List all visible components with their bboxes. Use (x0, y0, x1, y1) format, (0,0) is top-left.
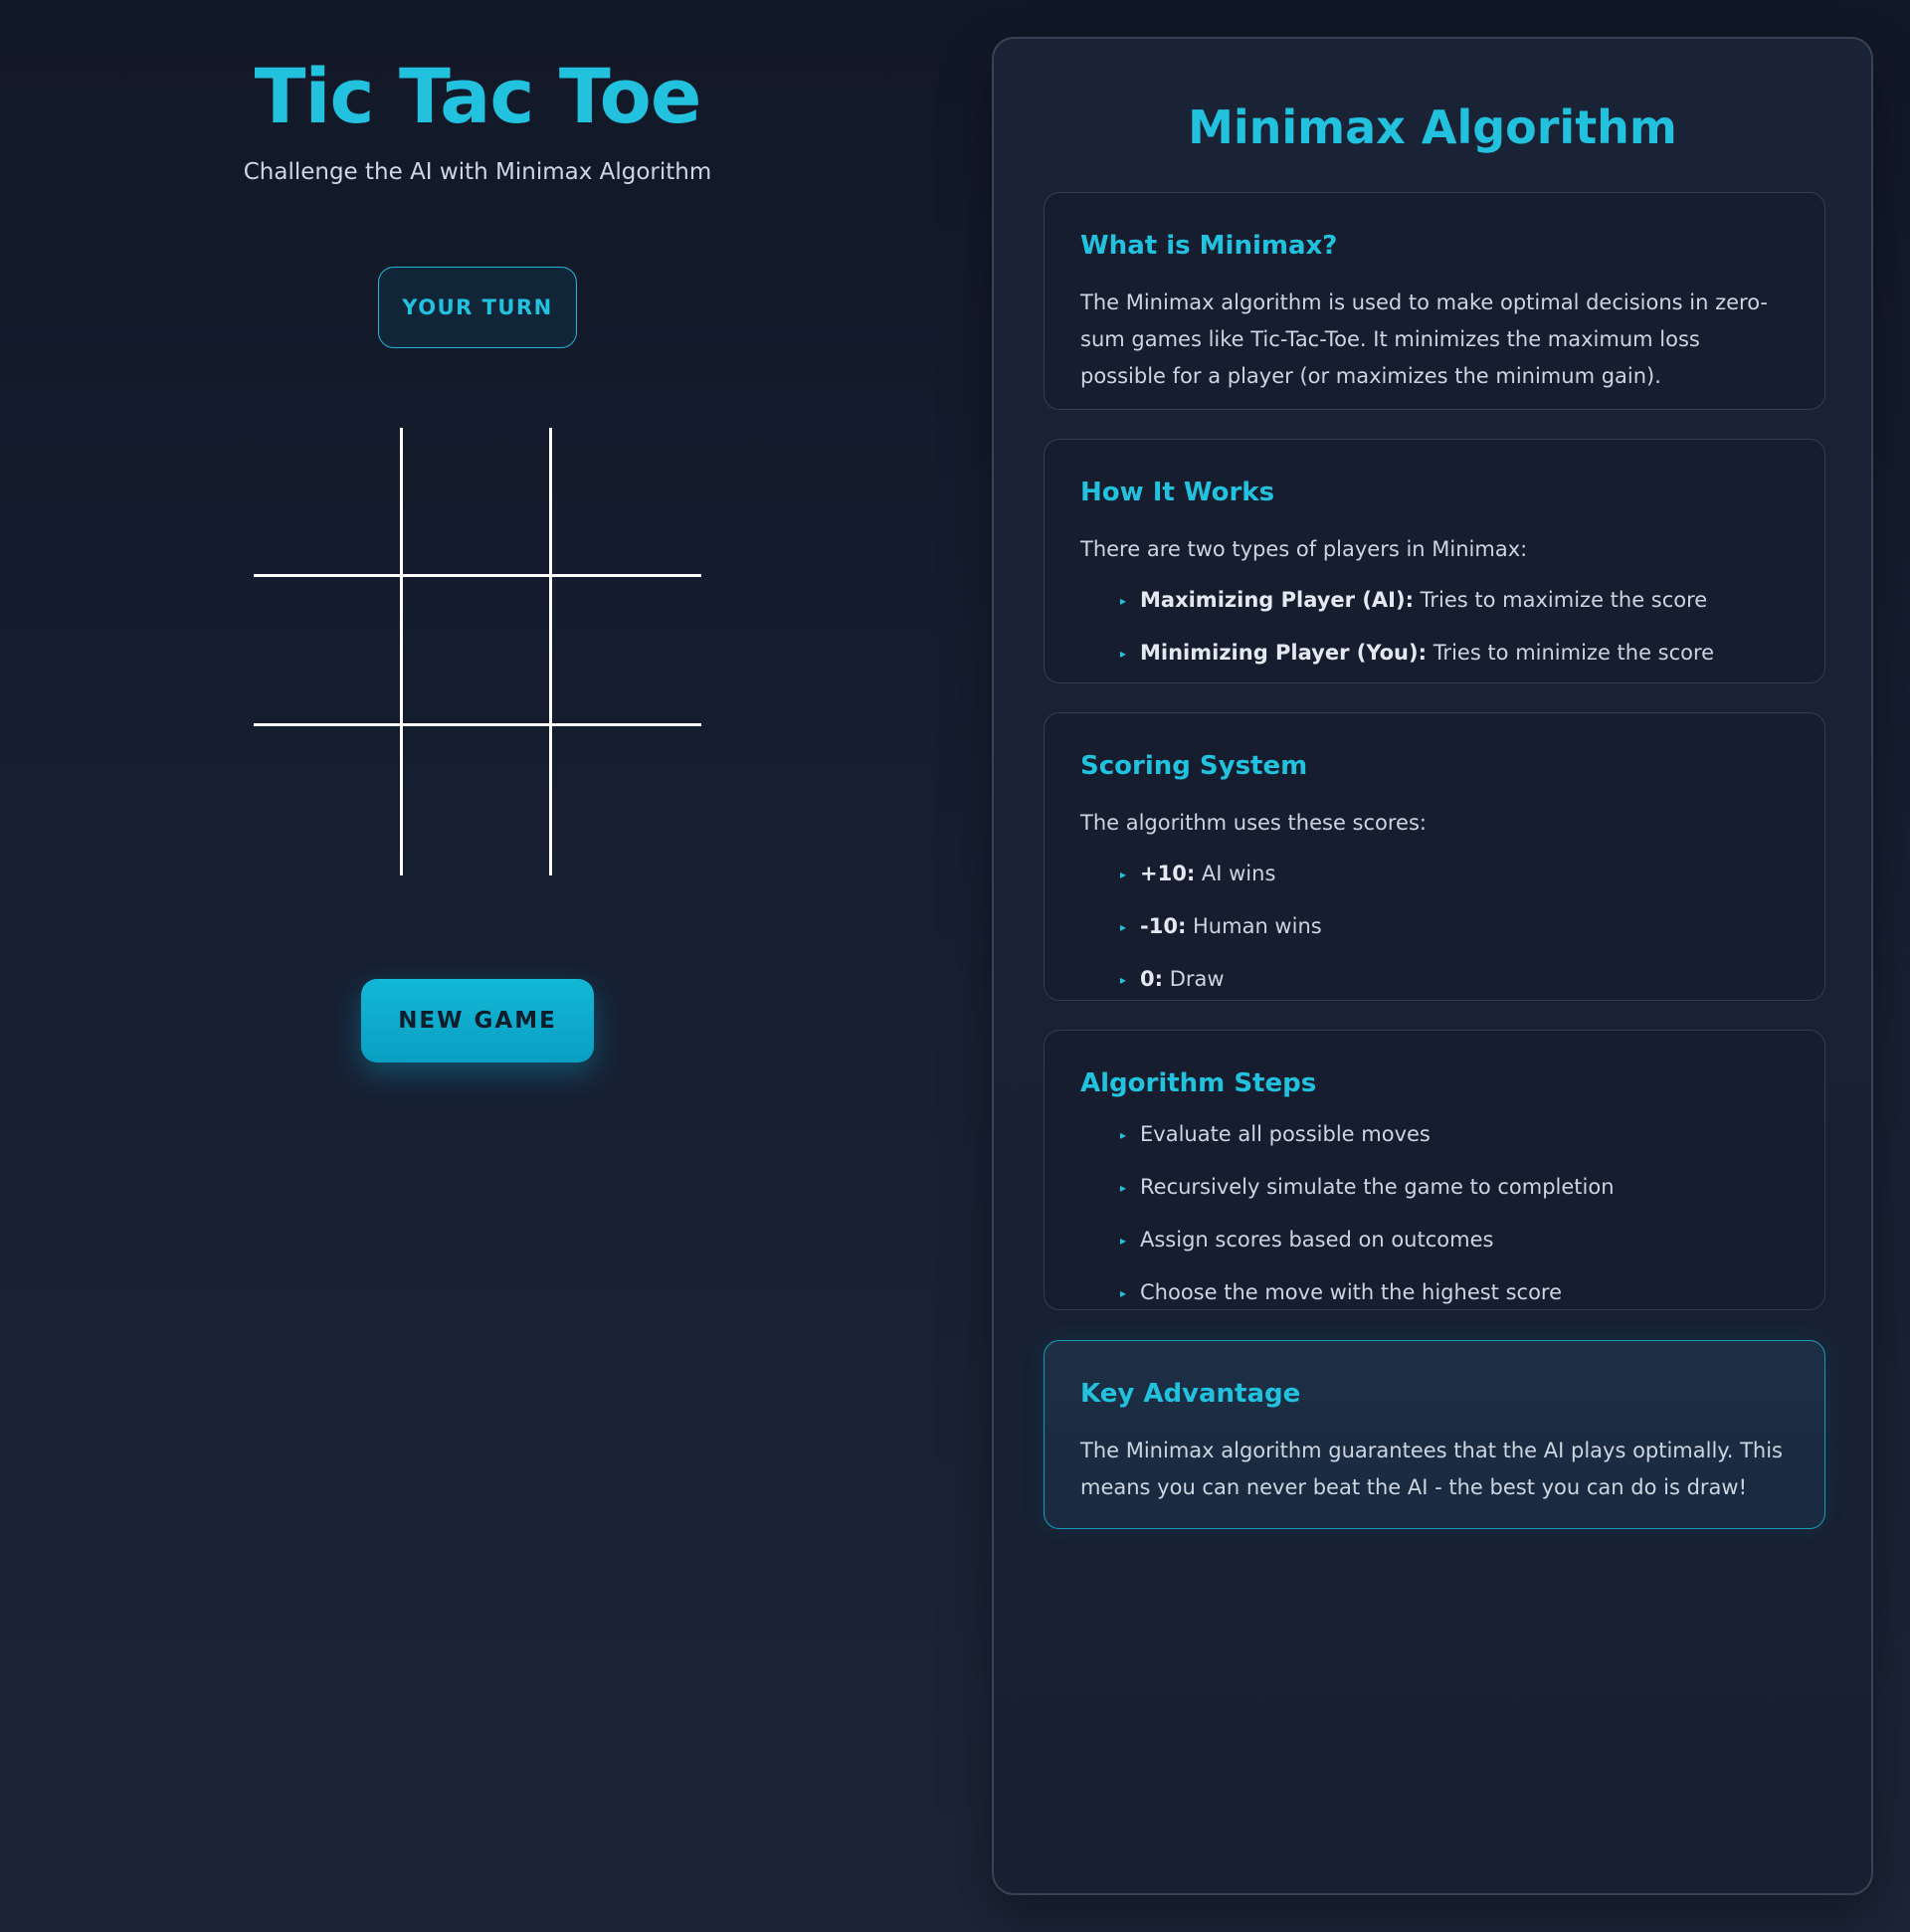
list-item: ▸ Minimizing Player (You): Tries to mini… (1120, 641, 1789, 666)
list-item: ▸ Evaluate all possible moves (1120, 1122, 1789, 1147)
list-item-term: -10: (1140, 914, 1187, 938)
board-cell-7[interactable] (403, 726, 552, 875)
player-types-list: ▸ Maximizing Player (AI): Tries to maxim… (1080, 588, 1789, 666)
card-intro: The algorithm uses these scores: (1080, 811, 1427, 835)
board-cell-5[interactable] (552, 577, 701, 726)
card-scoring-system: Scoring System The algorithm uses these … (1044, 712, 1825, 1001)
triangle-right-icon: ▸ (1120, 647, 1127, 661)
triangle-right-icon: ▸ (1120, 1181, 1127, 1195)
list-item: ▸ Recursively simulate the game to compl… (1120, 1175, 1789, 1200)
board-cell-3[interactable] (254, 577, 403, 726)
panel-title: Minimax Algorithm (1188, 100, 1677, 154)
triangle-right-icon: ▸ (1120, 920, 1127, 934)
card-key-advantage: Key Advantage The Minimax algorithm guar… (1044, 1340, 1825, 1529)
triangle-right-icon: ▸ (1120, 1286, 1127, 1300)
card-heading: Algorithm Steps (1080, 1068, 1317, 1098)
board-cell-4[interactable] (403, 577, 552, 726)
game-board (254, 428, 701, 877)
list-item: ▸ Choose the move with the highest score (1120, 1280, 1789, 1305)
game-title: Tic Tac Toe (254, 52, 702, 140)
board-cell-1[interactable] (403, 428, 552, 577)
list-item: ▸ Maximizing Player (AI): Tries to maxim… (1120, 588, 1789, 613)
card-heading: What is Minimax? (1080, 231, 1338, 261)
list-item-desc: Human wins (1186, 914, 1322, 938)
list-item-term: Minimizing Player (You): (1140, 641, 1428, 665)
board-cell-0[interactable] (254, 428, 403, 577)
triangle-right-icon: ▸ (1120, 594, 1127, 608)
card-how-it-works: How It Works There are two types of play… (1044, 439, 1825, 683)
board-cell-8[interactable] (552, 726, 701, 875)
triangle-right-icon: ▸ (1120, 973, 1127, 987)
steps-list: ▸ Evaluate all possible moves ▸ Recursiv… (1080, 1122, 1789, 1305)
list-item-term: +10: (1140, 862, 1196, 885)
minimax-info-panel: Minimax Algorithm What is Minimax? The M… (992, 37, 1873, 1895)
card-intro: There are two types of players in Minima… (1080, 537, 1528, 561)
game-area: Tic Tac Toe Challenge the AI with Minima… (179, 0, 776, 1194)
card-body: The Minimax algorithm guarantees that th… (1080, 1439, 1784, 1499)
list-item-desc: Draw (1163, 967, 1225, 991)
list-item: ▸ Assign scores based on outcomes (1120, 1228, 1789, 1253)
list-item: ▸ +10: AI wins (1120, 862, 1789, 886)
list-item-term: 0: (1140, 967, 1164, 991)
card-what-is-minimax: What is Minimax? The Minimax algorithm i… (1044, 192, 1825, 410)
card-heading: Key Advantage (1080, 1379, 1301, 1409)
list-item-term: Maximizing Player (AI): (1140, 588, 1414, 612)
list-item: ▸ 0: Draw (1120, 967, 1789, 992)
card-heading: How It Works (1080, 478, 1275, 507)
triangle-right-icon: ▸ (1120, 1234, 1127, 1248)
list-item-desc: Tries to maximize the score (1413, 588, 1708, 612)
triangle-right-icon: ▸ (1120, 868, 1127, 881)
card-heading: Scoring System (1080, 751, 1308, 781)
list-item-text: Recursively simulate the game to complet… (1140, 1175, 1615, 1199)
triangle-right-icon: ▸ (1120, 1128, 1127, 1142)
list-item-text: Choose the move with the highest score (1140, 1280, 1563, 1304)
new-game-button[interactable]: NEW GAME (361, 979, 594, 1063)
card-body: The Minimax algorithm is used to make op… (1080, 290, 1769, 388)
list-item-desc: AI wins (1195, 862, 1276, 885)
game-subtitle: Challenge the AI with Minimax Algorithm (243, 159, 712, 185)
board-cell-2[interactable] (552, 428, 701, 577)
turn-status-badge: YOUR TURN (378, 267, 577, 348)
board-cell-6[interactable] (254, 726, 403, 875)
scores-list: ▸ +10: AI wins ▸ -10: Human wins ▸ 0: Dr… (1080, 862, 1789, 992)
list-item-desc: Tries to minimize the score (1427, 641, 1715, 665)
card-algorithm-steps: Algorithm Steps ▸ Evaluate all possible … (1044, 1030, 1825, 1310)
list-item-text: Assign scores based on outcomes (1140, 1228, 1494, 1252)
list-item: ▸ -10: Human wins (1120, 914, 1789, 939)
list-item-text: Evaluate all possible moves (1140, 1122, 1431, 1146)
